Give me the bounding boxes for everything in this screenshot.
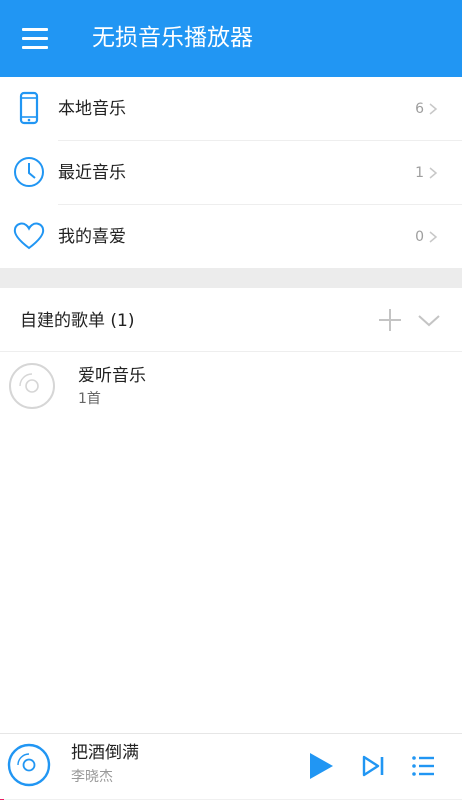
playlist-song-count: 1首 xyxy=(78,391,101,407)
heart-icon xyxy=(13,222,45,250)
nav-item-label: 本地音乐 xyxy=(58,99,126,119)
now-playing-title: 把酒倒满 xyxy=(71,743,139,763)
playlist-section-title: 自建的歌单 (1) xyxy=(20,311,135,331)
now-playing-artist: 李晓杰 xyxy=(71,769,113,785)
chevron-down-icon[interactable] xyxy=(416,310,442,330)
nav-item-label: 最近音乐 xyxy=(58,163,126,183)
section-gap xyxy=(0,268,462,288)
chevron-right-icon xyxy=(429,167,438,179)
play-icon[interactable] xyxy=(305,751,335,781)
chevron-right-icon xyxy=(429,231,438,243)
disc-icon xyxy=(9,363,55,409)
chevron-right-icon xyxy=(429,103,438,115)
hamburger-menu-icon[interactable] xyxy=(20,26,50,52)
disc-icon[interactable] xyxy=(7,743,51,787)
clock-icon xyxy=(14,157,44,187)
nav-item-recent-music[interactable]: 最近音乐 1 xyxy=(0,141,462,205)
skip-next-icon[interactable] xyxy=(361,754,385,778)
nav-item-label: 我的喜爱 xyxy=(58,227,126,247)
nav-item-count: 1 xyxy=(415,165,424,181)
app-bar: 无损音乐播放器 xyxy=(0,0,462,77)
phone-icon xyxy=(19,91,39,125)
nav-item-favorites[interactable]: 我的喜爱 0 xyxy=(0,205,462,269)
app-title: 无损音乐播放器 xyxy=(92,25,253,51)
nav-item-count: 0 xyxy=(415,229,424,245)
playlist-item[interactable]: 爱听音乐 1首 xyxy=(0,354,462,418)
nav-item-local-music[interactable]: 本地音乐 6 xyxy=(0,77,462,141)
plus-icon[interactable] xyxy=(376,306,404,334)
nav-item-count: 6 xyxy=(415,101,424,117)
playlist-name: 爱听音乐 xyxy=(78,366,146,386)
playlist-icon[interactable] xyxy=(411,754,435,778)
mini-player[interactable]: 把酒倒满 李晓杰 xyxy=(0,733,462,800)
